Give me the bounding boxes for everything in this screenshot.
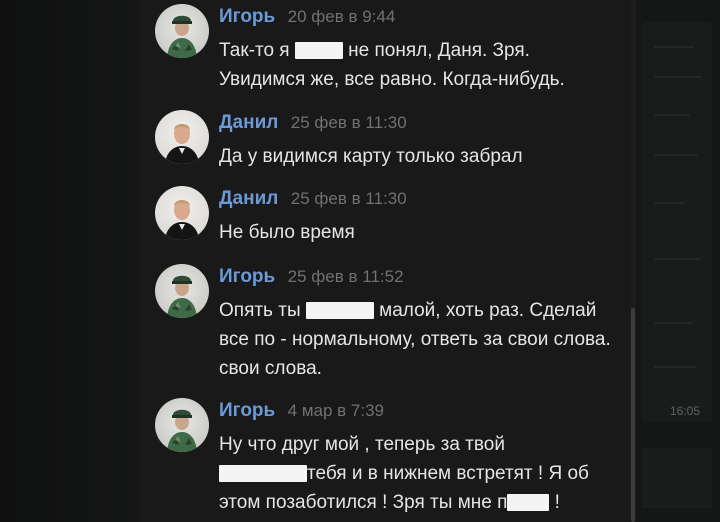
redaction-block (294, 42, 343, 59)
right-panel-card (642, 22, 712, 422)
message: Игорь 20 фев в 9:44 Так-то я не понял, Д… (155, 4, 625, 100)
message-line: этом позаботился ! Зря ты мне п ! (219, 488, 619, 517)
danil-avatar[interactable] (155, 110, 209, 164)
redaction-block (219, 465, 307, 482)
message-header: Данил 25 фев в 11:30 (219, 112, 407, 134)
message-date[interactable]: 25 фев в 11:52 (288, 267, 404, 286)
message-header: Игорь 4 мар в 7:39 (219, 400, 384, 422)
igor-avatar[interactable] (155, 398, 209, 452)
message-text-part: тебя и в нижнем встретят ! Я об (307, 463, 589, 484)
scrollbar-thumb[interactable] (631, 308, 635, 522)
redaction-block (507, 494, 550, 511)
background-left (0, 0, 140, 522)
message: Игорь 25 фев в 11:52 Опять ты малой, хот… (155, 264, 625, 384)
redaction-block (305, 302, 374, 319)
message-date[interactable]: 20 фев в 9:44 (288, 7, 396, 26)
message-text-part: ! (554, 492, 560, 513)
message-date[interactable]: 4 мар в 7:39 (288, 401, 384, 420)
message-text: Ну что друг мой , теперь за твой тебя и … (219, 430, 619, 517)
message-text: Не было время (219, 222, 355, 243)
message-date[interactable]: 25 фев в 11:30 (291, 189, 407, 208)
right-panel: 16:05 (636, 0, 720, 522)
danil-avatar[interactable] (155, 186, 209, 240)
message: Игорь 4 мар в 7:39 Ну что друг мой , теп… (155, 398, 625, 522)
message-line: Ну что друг мой , теперь за твой (219, 434, 505, 455)
message: Данил 25 фев в 11:30 Не было время (155, 186, 625, 252)
message-text: Опять ты малой, хоть раз. Сделай все по … (219, 296, 619, 383)
message-text: Да у видимся карту только забрал (219, 146, 523, 167)
message-text: Так-то я не понял, Даня. Зря. Увидимся ж… (219, 36, 619, 94)
right-panel-time: 16:05 (670, 404, 701, 418)
author-name[interactable]: Игорь (219, 266, 275, 287)
message-text-part: Опять ты (219, 300, 301, 321)
message-line: тебя и в нижнем встретят ! Я об (219, 459, 619, 488)
message-text-part: этом позаботился ! Зря ты мне п (219, 492, 508, 513)
author-name[interactable]: Игорь (219, 6, 275, 27)
page: 16:05 Игорь 20 фев в 9:44 Так-то я не по… (0, 0, 720, 522)
right-panel-bottom (642, 448, 712, 508)
igor-avatar[interactable] (155, 264, 209, 318)
message-date[interactable]: 25 фев в 11:30 (291, 113, 407, 132)
author-name[interactable]: Данил (219, 188, 278, 209)
author-name[interactable]: Игорь (219, 400, 275, 421)
message-header: Данил 25 фев в 11:30 (219, 188, 407, 210)
author-name[interactable]: Данил (219, 112, 278, 133)
message-header: Игорь 20 фев в 9:44 (219, 6, 395, 28)
message: Данил 25 фев в 11:30 Да у видимся карту … (155, 110, 625, 176)
message-text-part: Так-то я (219, 40, 290, 61)
message-header: Игорь 25 фев в 11:52 (219, 266, 404, 288)
igor-avatar[interactable] (155, 4, 209, 58)
